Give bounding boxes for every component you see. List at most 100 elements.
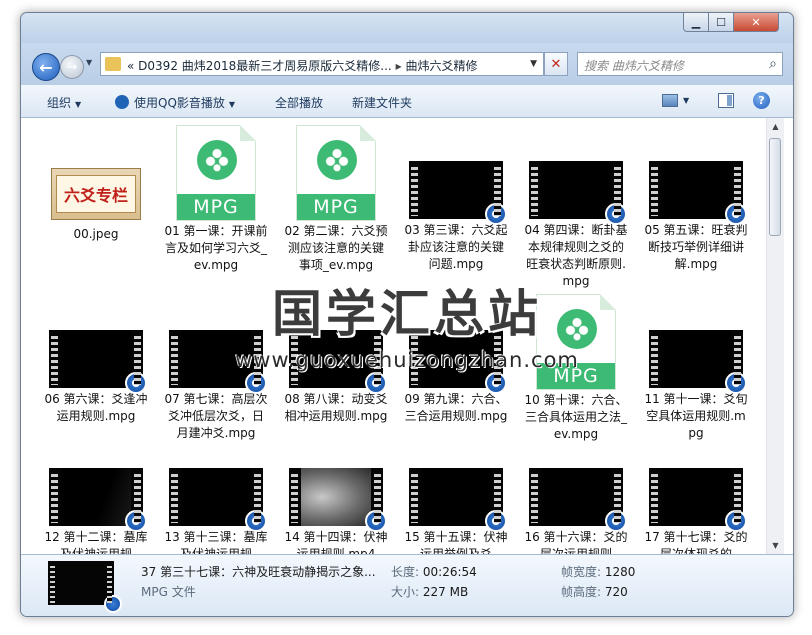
file-item[interactable]: 05 第五课：旺衰判断技巧举例详细讲解.mpg	[641, 161, 751, 273]
film-reel-icon	[197, 140, 237, 180]
qq-player-badge-icon	[725, 372, 747, 394]
image-preview-text: 六爻专栏	[56, 175, 136, 213]
file-list[interactable]: 六爻专栏 00.jpeg MPG 01 第一课：开课前言及如何学习六爻_ev.m…	[21, 118, 793, 554]
explorer-window: ▁ ☐ ✕ ← → ▼ « D0392 曲炜2018最新三才周易原版六爻精修..…	[20, 12, 794, 617]
vertical-scrollbar[interactable]: ▲ ▼	[766, 118, 784, 554]
qq-player-badge-icon	[245, 510, 267, 532]
file-name: 14 第十四课：伏神运用规则.mp4	[284, 530, 388, 554]
file-item[interactable]: 09 第九课：六合、三合运用规则.mpg	[401, 330, 511, 425]
qq-player-icon	[115, 95, 129, 109]
frame-height-value: 720	[604, 585, 628, 599]
file-name: 06 第六课：爻逢冲运用规则.mpg	[44, 392, 148, 423]
search-placeholder[interactable]: 搜索 曲炜六爻精修	[584, 57, 684, 74]
new-folder-button[interactable]: 新建文件夹	[352, 94, 412, 111]
file-item[interactable]: MPG 01 第一课：开课前言及如何学习六爻_ev.mpg	[161, 125, 271, 274]
qq-player-badge-icon	[725, 510, 747, 532]
file-item[interactable]: 16 第十六课：爻的层次运用规则	[521, 468, 631, 554]
qq-player-badge-icon	[725, 203, 747, 225]
forward-button[interactable]: →	[60, 55, 84, 79]
scroll-down-icon[interactable]: ▼	[767, 537, 784, 554]
mpg-file-icon: MPG	[296, 125, 376, 221]
file-item[interactable]: 六爻专栏 00.jpeg	[41, 168, 151, 243]
file-name: 10 第十课：六合、三合具体运用之法_ev.mpg	[524, 393, 628, 441]
video-thumbnail	[289, 468, 387, 532]
file-item[interactable]: 15 第十五课：伏神运用举例及爻	[401, 468, 511, 554]
close-icon: ✕	[751, 15, 761, 29]
maximize-icon: ☐	[716, 15, 726, 29]
size-property: 大小: 227 MB	[391, 583, 468, 600]
file-name: 02 第二课：六爻预测应该注意的关键事项_ev.mpg	[284, 224, 388, 272]
title-bar[interactable]: ▁ ☐ ✕	[21, 13, 793, 43]
video-thumbnail	[529, 468, 627, 532]
organize-label: 组织	[47, 96, 72, 110]
stop-icon: ✕	[550, 56, 562, 72]
video-thumbnail	[289, 330, 387, 394]
breadcrumb-segment-parent[interactable]: D0392 曲炜2018最新三才周易原版六爻精修...	[138, 59, 392, 73]
file-item[interactable]: MPG 02 第二课：六爻预测应该注意的关键事项_ev.mpg	[281, 125, 391, 274]
new-folder-label: 新建文件夹	[352, 96, 413, 110]
size-value: 227 MB	[422, 585, 469, 599]
qq-play-menu[interactable]: 使用QQ影音播放 ▼	[115, 94, 235, 111]
file-item[interactable]: 08 第八课：动变爻相冲运用规则.mpg	[281, 330, 391, 425]
file-item[interactable]: 17 第十七课：爻的层次体现爻的	[641, 468, 751, 554]
file-item[interactable]: 04 第四课：断卦基本规律规则之爻的旺衰状态判断原则.mpg	[521, 161, 631, 290]
video-thumbnail	[529, 161, 627, 225]
chevron-down-icon: ▼	[228, 100, 236, 109]
file-item[interactable]: 06 第六课：爻逢冲运用规则.mpg	[41, 330, 151, 425]
breadcrumb: « D0392 曲炜2018最新三才周易原版六爻精修... ▸ 曲炜六爻精修	[127, 57, 477, 74]
length-property: 长度: 00:26:54	[391, 563, 477, 580]
file-name: 16 第十六课：爻的层次运用规则	[524, 530, 628, 554]
search-box[interactable]: 搜索 曲炜六爻精修 ⌕	[577, 52, 783, 76]
file-item[interactable]: 03 第三课：六爻起卦应该注意的关键问题.mpg	[401, 161, 511, 273]
address-dropdown-icon[interactable]: ▼	[530, 59, 537, 69]
organize-menu[interactable]: 组织 ▼	[47, 94, 81, 111]
length-label: 长度:	[391, 565, 420, 579]
minimize-button[interactable]: ▁	[683, 13, 709, 32]
address-bar[interactable]: « D0392 曲炜2018最新三才周易原版六爻精修... ▸ 曲炜六爻精修 ▼	[100, 52, 544, 76]
file-item[interactable]: 14 第十四课：伏神运用规则.mp4	[281, 468, 391, 554]
file-item[interactable]: 07 第七课：高层次爻冲低层次爻，日月建冲爻.mpg	[161, 330, 271, 442]
size-label: 大小:	[391, 585, 420, 599]
file-item[interactable]: 13 第十三课：墓库及伏神运用规	[161, 468, 271, 554]
recent-pages-dropdown[interactable]: ▼	[86, 58, 92, 67]
file-item[interactable]: 11 第十一课：爻旬空具体运用规则.mpg	[641, 330, 751, 442]
qq-player-badge-icon	[605, 203, 627, 225]
view-options-dropdown[interactable]: ▼	[683, 96, 689, 105]
qq-player-badge-icon	[245, 372, 267, 394]
breadcrumb-separator[interactable]: ▸	[396, 59, 402, 73]
play-all-button[interactable]: 全部播放	[275, 94, 323, 111]
video-thumbnail	[649, 330, 747, 394]
video-thumbnail	[49, 330, 147, 394]
file-item[interactable]: 12 第十二课：墓库及伏神运用规	[41, 468, 151, 554]
close-button[interactable]: ✕	[733, 13, 779, 32]
breadcrumb-segment-current[interactable]: 曲炜六爻精修	[405, 59, 477, 73]
video-thumbnail	[169, 330, 267, 394]
selected-video-thumbnail	[48, 561, 122, 613]
file-name: 15 第十五课：伏神运用举例及爻	[404, 530, 508, 554]
scrollbar-thumb[interactable]	[769, 138, 781, 236]
file-name: 04 第四课：断卦基本规律规则之爻的旺衰状态判断原则.mpg	[524, 223, 628, 288]
video-thumbnail	[409, 330, 507, 394]
preview-pane-icon[interactable]	[718, 93, 734, 108]
video-thumbnail	[169, 468, 267, 532]
mpg-file-icon: MPG	[176, 125, 256, 221]
minimize-icon: ▁	[691, 15, 701, 29]
breadcrumb-overflow[interactable]: «	[127, 59, 134, 73]
video-thumbnail	[409, 468, 507, 532]
video-thumbnail	[49, 468, 147, 532]
magnifier-icon[interactable]: ⌕	[769, 56, 777, 72]
view-options-icon[interactable]	[662, 94, 678, 107]
folder-icon	[105, 57, 121, 71]
stop-button[interactable]: ✕	[544, 52, 568, 76]
back-button[interactable]: ←	[32, 53, 60, 81]
help-icon[interactable]: ?	[753, 92, 770, 109]
navigation-bar: ← → ▼ « D0392 曲炜2018最新三才周易原版六爻精修... ▸ 曲炜…	[21, 43, 793, 85]
scroll-up-icon[interactable]: ▲	[767, 118, 784, 135]
qq-player-badge-icon	[485, 203, 507, 225]
file-name: 09 第九课：六合、三合运用规则.mpg	[404, 392, 508, 423]
file-item[interactable]: MPG 10 第十课：六合、三合具体运用之法_ev.mpg	[521, 294, 631, 443]
maximize-button[interactable]: ☐	[708, 13, 734, 32]
file-name: 05 第五课：旺衰判断技巧举例详细讲解.mpg	[644, 223, 748, 271]
qq-player-badge-icon	[365, 510, 387, 532]
file-name: 03 第三课：六爻起卦应该注意的关键问题.mpg	[404, 223, 508, 271]
